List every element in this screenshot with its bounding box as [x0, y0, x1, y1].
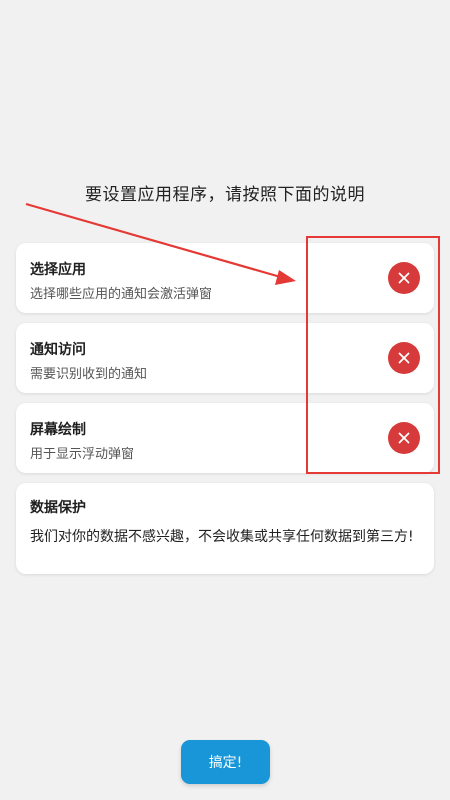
permission-subtitle: 用于显示浮动弹窗	[30, 447, 135, 462]
privacy-body: 我们对你的数据不感兴趣，不会收集或共享任何数据到第三方!	[30, 529, 414, 545]
permission-subtitle: 选择哪些应用的通知会激活弹窗	[30, 287, 213, 302]
done-button[interactable]: 搞定!	[181, 740, 270, 784]
permission-card-select-apps[interactable]: 选择应用 选择哪些应用的通知会激活弹窗	[16, 243, 434, 313]
permission-title: 通知访问	[30, 342, 86, 358]
close-icon	[398, 352, 410, 364]
permission-subtitle: 需要识别收到的通知	[30, 367, 148, 382]
permission-title: 屏幕绘制	[30, 422, 86, 438]
close-icon	[398, 272, 410, 284]
page-title: 要设置应用程序，请按照下面的说明	[85, 185, 365, 205]
close-icon	[398, 432, 410, 444]
permission-status-button[interactable]	[388, 262, 420, 294]
permission-card-screen-overlay[interactable]: 屏幕绘制 用于显示浮动弹窗	[16, 403, 434, 473]
permission-status-button[interactable]	[388, 422, 420, 454]
permission-card-notification-access[interactable]: 通知访问 需要识别收到的通知	[16, 323, 434, 393]
privacy-title: 数据保护	[30, 500, 86, 516]
annotation-arrow	[25, 202, 296, 285]
permission-status-button[interactable]	[388, 342, 420, 374]
permission-title: 选择应用	[30, 262, 86, 278]
privacy-card: 数据保护 我们对你的数据不感兴趣，不会收集或共享任何数据到第三方!	[16, 483, 434, 574]
